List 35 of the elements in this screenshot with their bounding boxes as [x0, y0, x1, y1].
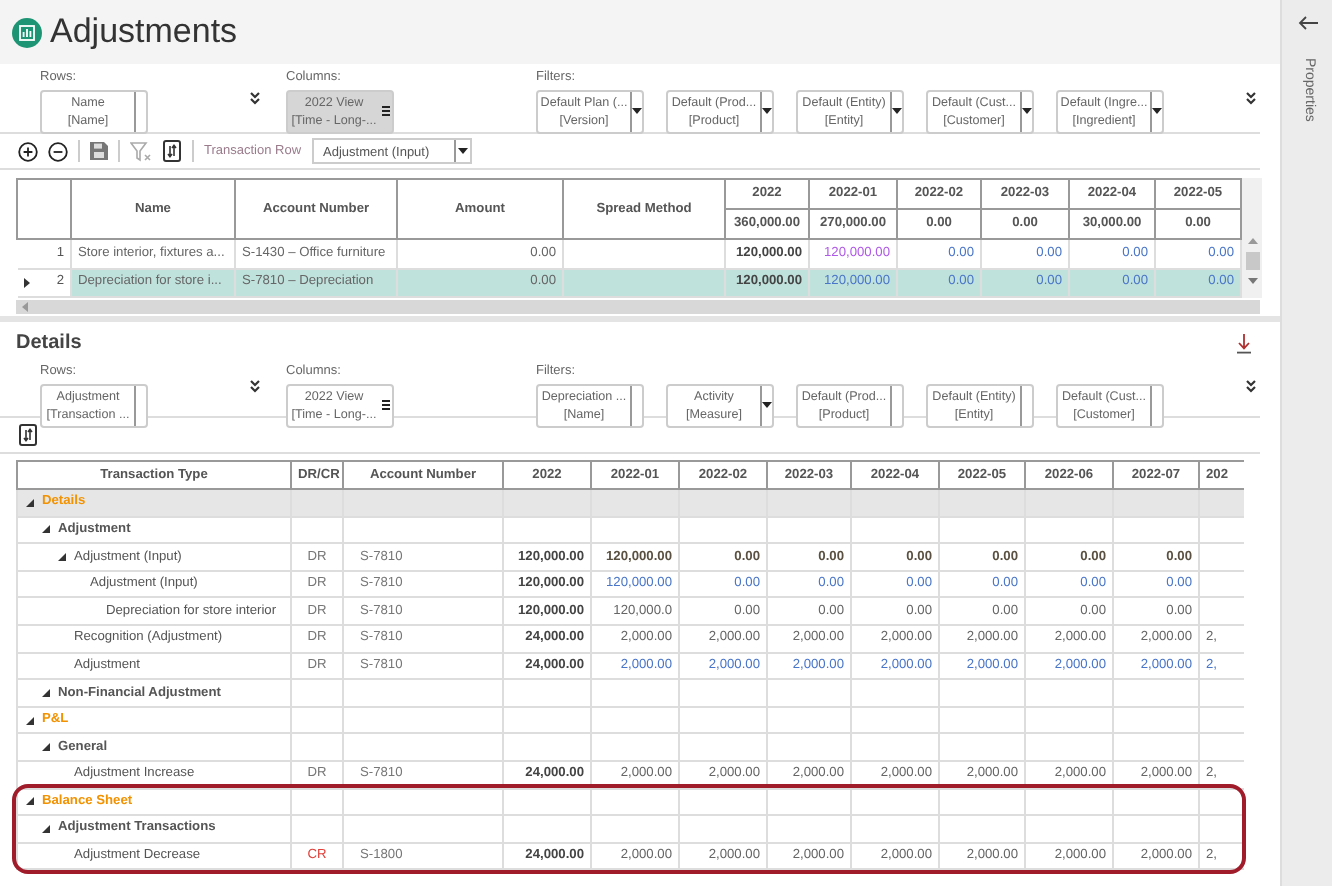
import-icon[interactable] — [162, 140, 182, 162]
toggle-icon[interactable] — [40, 687, 54, 698]
toggle-icon[interactable] — [40, 742, 54, 753]
toggle-icon[interactable] — [40, 524, 54, 535]
caret-icon — [457, 148, 468, 154]
menu-icon — [382, 106, 390, 117]
horizontal-scrollbar[interactable] — [16, 300, 1260, 314]
remove-icon[interactable] — [48, 141, 68, 161]
save-icon[interactable] — [90, 142, 108, 160]
page-title: Adjustments — [50, 10, 238, 55]
import-icon[interactable] — [18, 424, 38, 446]
section-title: Details — [16, 330, 82, 358]
caret-icon — [762, 402, 772, 409]
toggle-icon[interactable] — [24, 796, 38, 807]
toggle-icon[interactable] — [40, 823, 54, 834]
vertical-scrollbar[interactable] — [1242, 178, 1262, 298]
menu-icon — [382, 400, 390, 411]
back-arrow-icon[interactable] — [1297, 16, 1317, 30]
caret-icon — [892, 108, 902, 115]
caret-icon — [632, 108, 642, 115]
expand-chevron-icon[interactable] — [1246, 380, 1256, 394]
caret-icon — [1152, 108, 1162, 115]
caret-icon — [762, 108, 772, 115]
toggle-icon[interactable] — [24, 497, 38, 508]
scroll-down-icon[interactable] — [1247, 278, 1257, 284]
expand-chevron-icon[interactable] — [250, 91, 260, 105]
app-icon — [12, 17, 42, 47]
expand-chevron-icon[interactable] — [1246, 91, 1256, 105]
toggle-icon[interactable] — [24, 715, 38, 726]
expand-chevron-icon[interactable] — [250, 380, 260, 394]
scroll-thumb[interactable] — [1245, 252, 1259, 270]
toggle-icon[interactable] — [56, 551, 70, 562]
caret-icon — [1022, 108, 1032, 115]
add-icon[interactable] — [18, 141, 38, 161]
download-icon[interactable] — [1236, 333, 1252, 353]
